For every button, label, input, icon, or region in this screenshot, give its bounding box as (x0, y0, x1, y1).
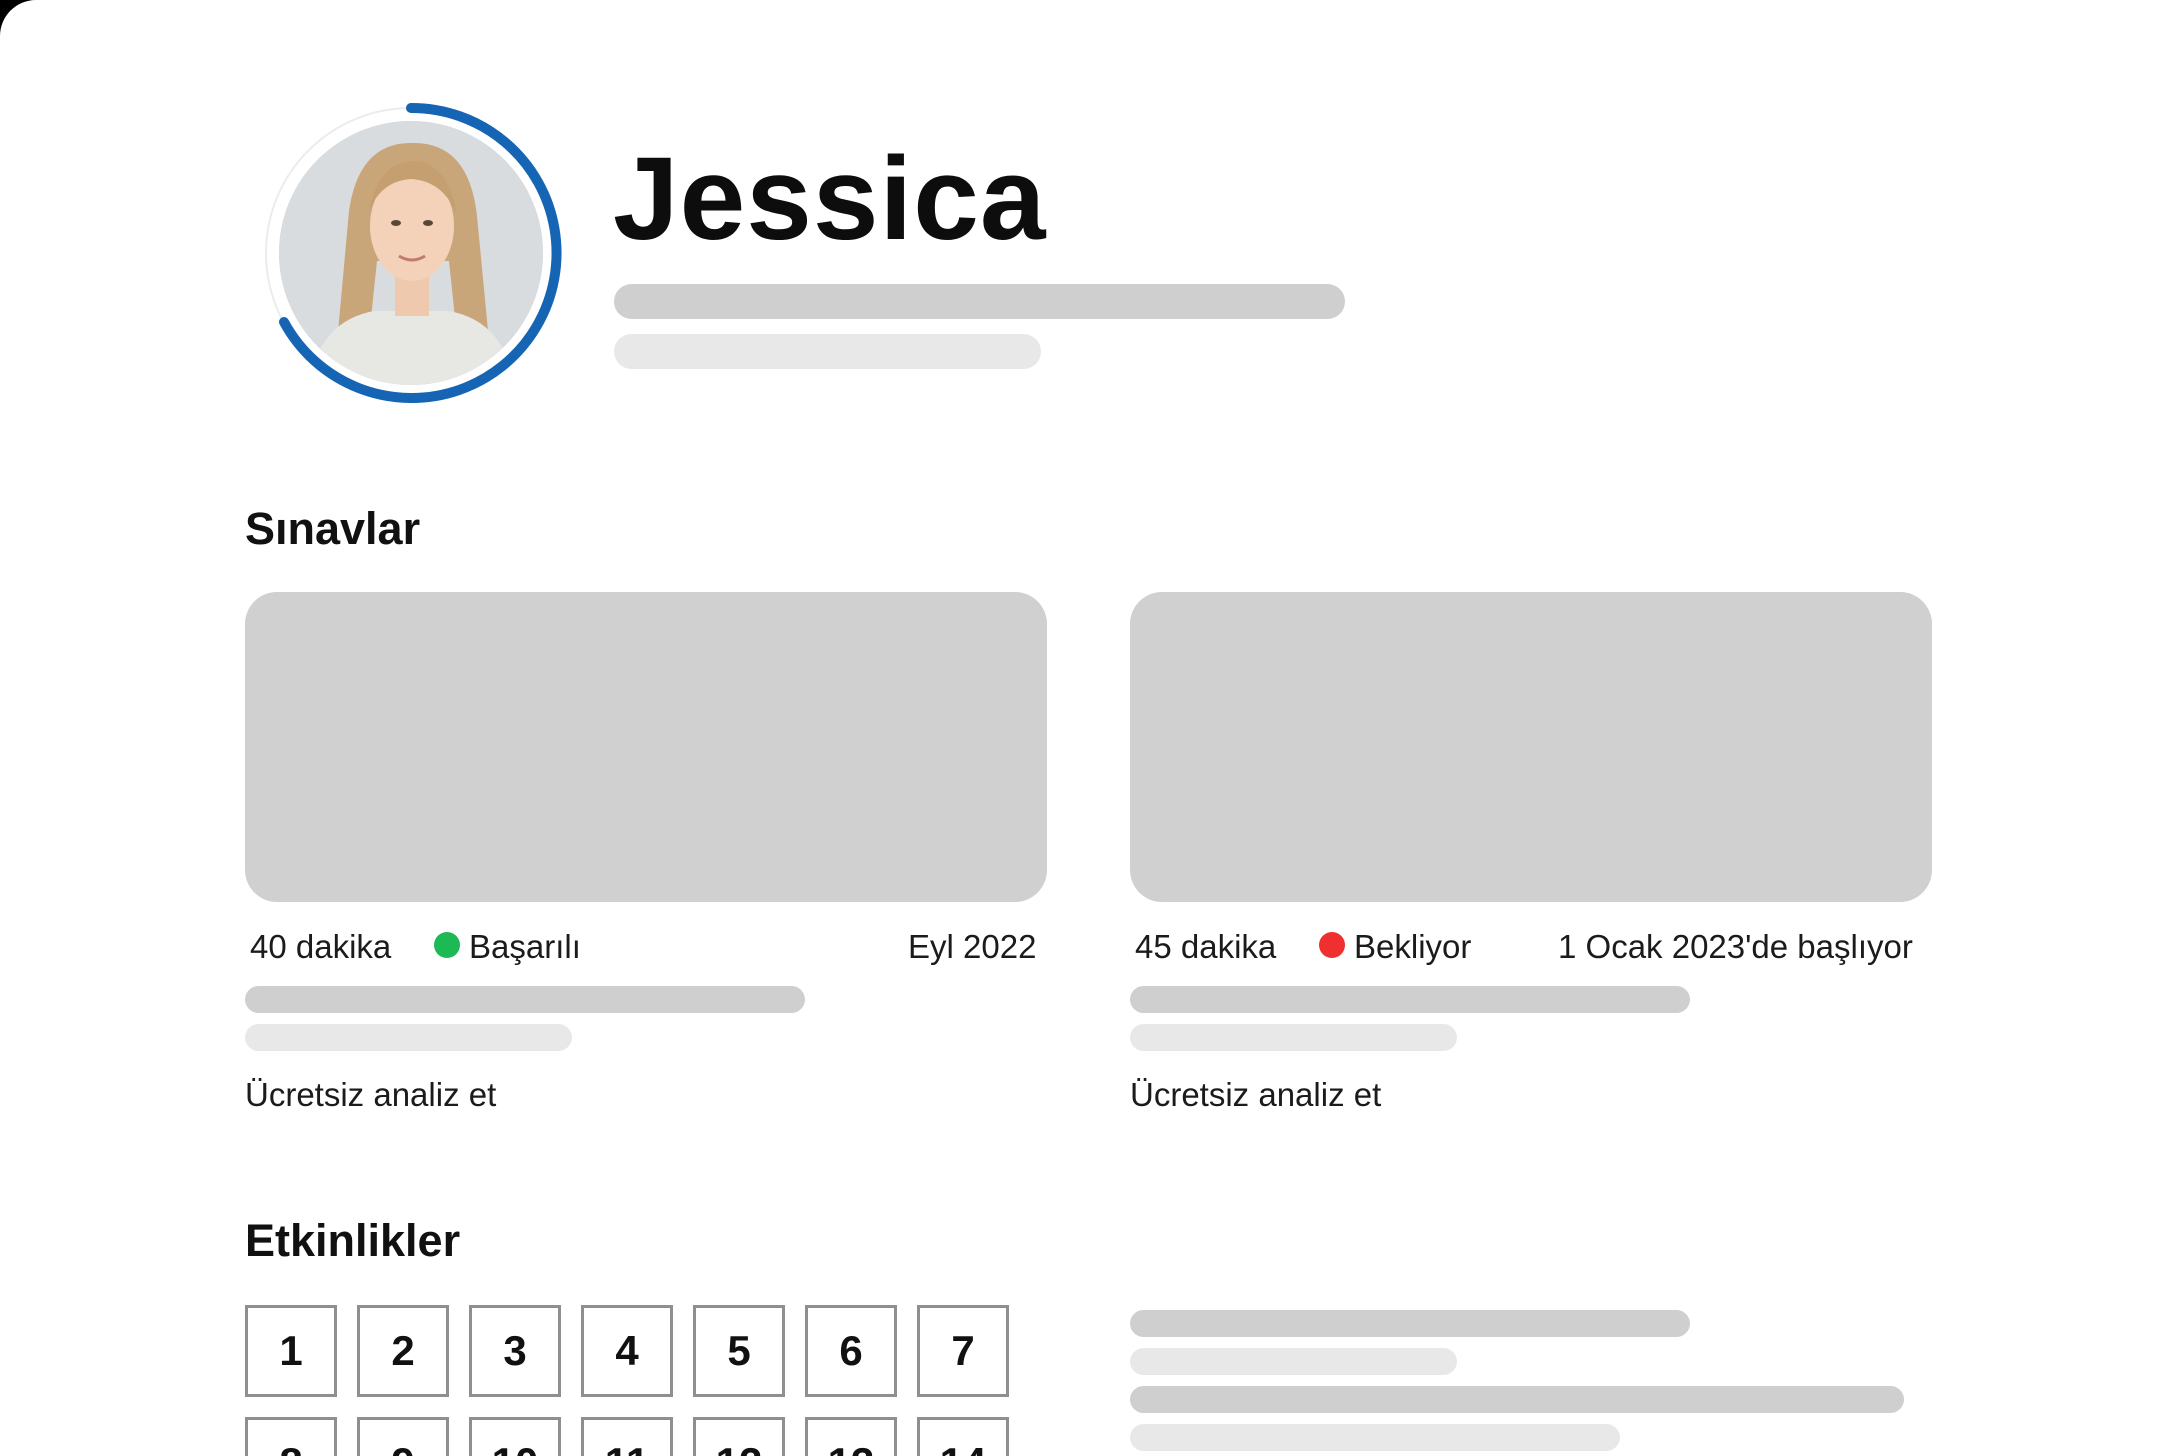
calendar-day[interactable]: 10 (469, 1417, 561, 1456)
exam-status: Başarılı (469, 928, 581, 965)
calendar-day[interactable]: 12 (693, 1417, 785, 1456)
exam-date: Eyl 2022 (908, 928, 1037, 965)
exam-card-thumbnail[interactable] (1130, 592, 1932, 902)
exams-section-title: Sınavlar (245, 503, 421, 554)
exam-duration: 40 dakika (250, 928, 392, 965)
placeholder-line (614, 334, 1041, 369)
exam-status: Bekliyor (1354, 928, 1472, 965)
exam-duration: 45 dakika (1135, 928, 1277, 965)
analyze-free-link[interactable]: Ücretsiz analiz et (245, 1078, 496, 1111)
calendar-day[interactable]: 7 (917, 1305, 1009, 1397)
exam-date: 1 Ocak 2023'de başlıyor (1558, 928, 1913, 965)
calendar-day[interactable]: 11 (581, 1417, 673, 1456)
placeholder-line (1130, 1348, 1457, 1375)
analyze-free-link[interactable]: Ücretsiz analiz et (1130, 1078, 1381, 1111)
calendar-day[interactable]: 9 (357, 1417, 449, 1456)
avatar-photo (279, 121, 543, 385)
profile-page: Jessica Sınavlar 40 dakika Başarılı Eyl … (0, 0, 2176, 1456)
activities-section-title: Etkinlikler (245, 1215, 461, 1266)
calendar-day[interactable]: 3 (469, 1305, 561, 1397)
placeholder-line (1130, 1024, 1457, 1051)
calendar-day[interactable]: 5 (693, 1305, 785, 1397)
calendar-day[interactable]: 14 (917, 1417, 1009, 1456)
placeholder-line (1130, 1424, 1620, 1451)
calendar-day[interactable]: 1 (245, 1305, 337, 1397)
profile-name: Jessica (613, 133, 1047, 265)
placeholder-line (245, 1024, 572, 1051)
placeholder-line (614, 284, 1345, 319)
avatar[interactable] (260, 102, 562, 404)
exam-card-thumbnail[interactable] (245, 592, 1047, 902)
placeholder-line (1130, 986, 1690, 1013)
status-dot-icon (1319, 932, 1345, 958)
status-dot-icon (434, 932, 460, 958)
calendar-day[interactable]: 4 (581, 1305, 673, 1397)
placeholder-line (245, 986, 805, 1013)
calendar-day[interactable]: 13 (805, 1417, 897, 1456)
calendar-day[interactable]: 8 (245, 1417, 337, 1456)
placeholder-line (1130, 1386, 1904, 1413)
calendar-day[interactable]: 2 (357, 1305, 449, 1397)
calendar-day[interactable]: 6 (805, 1305, 897, 1397)
placeholder-line (1130, 1310, 1690, 1337)
